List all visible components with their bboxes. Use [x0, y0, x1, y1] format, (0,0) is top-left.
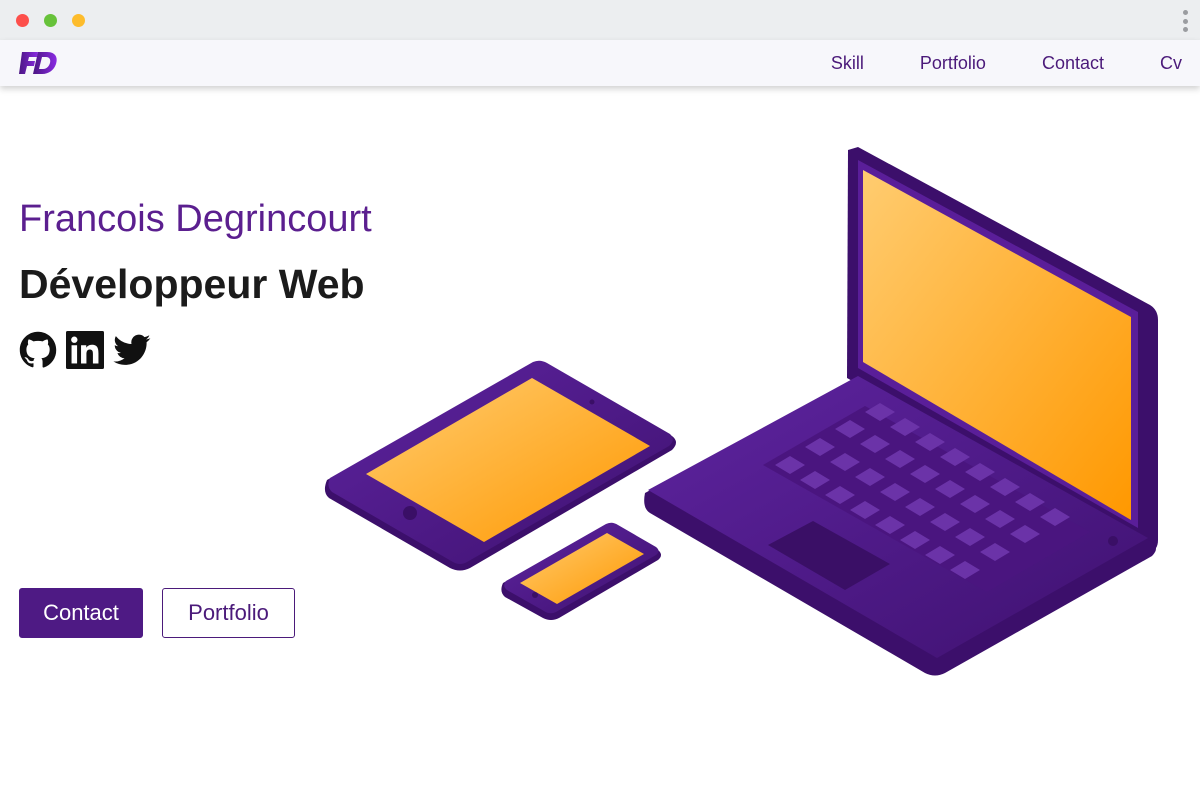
fd-logo[interactable]: [18, 48, 58, 78]
navbar: Skill Portfolio Contact Cv: [0, 40, 1200, 86]
nav-link-skill[interactable]: Skill: [831, 53, 864, 74]
phone: [501, 522, 661, 620]
github-icon[interactable]: [19, 331, 57, 369]
hero-role: Développeur Web: [19, 261, 365, 307]
nav-link-portfolio[interactable]: Portfolio: [920, 53, 986, 74]
kebab-menu-icon[interactable]: [1182, 10, 1188, 32]
laptop: [644, 147, 1158, 676]
nav-links: Skill Portfolio Contact Cv: [831, 40, 1182, 86]
linkedin-icon[interactable]: [66, 331, 104, 369]
close-window-button[interactable]: [16, 14, 29, 27]
maximize-window-button[interactable]: [72, 14, 85, 27]
twitter-icon[interactable]: [113, 331, 151, 369]
portfolio-button[interactable]: Portfolio: [162, 588, 295, 638]
hero-name: Francois Degrincourt: [19, 198, 372, 240]
devices-illustration: [324, 147, 1158, 676]
minimize-window-button[interactable]: [44, 14, 57, 27]
nav-link-contact[interactable]: Contact: [1042, 53, 1104, 74]
browser-chrome: [0, 0, 1200, 40]
social-links: [19, 331, 151, 369]
nav-link-cv[interactable]: Cv: [1160, 53, 1182, 74]
contact-button[interactable]: Contact: [19, 588, 143, 638]
